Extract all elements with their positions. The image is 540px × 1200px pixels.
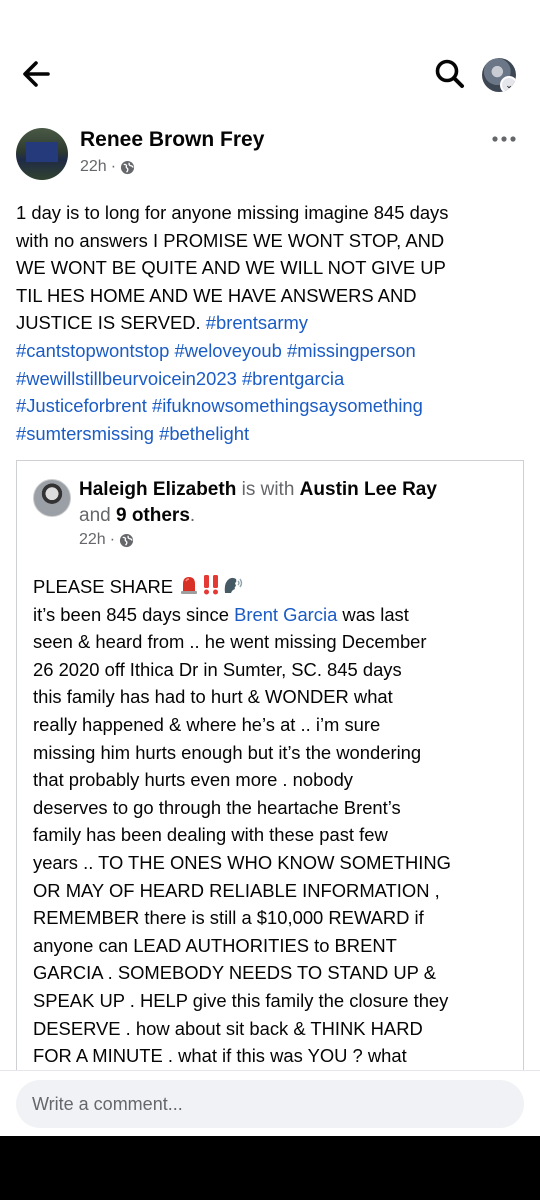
avatar-sign-image: [26, 142, 58, 162]
shared-text-segment: was last: [337, 603, 409, 625]
post-time[interactable]: 22h: [80, 158, 107, 176]
post-author-name[interactable]: Renee Brown Frey: [80, 128, 264, 152]
shared-post[interactable]: Haleigh Elizabeth is with Austin Lee Ray…: [16, 460, 524, 1101]
shared-text-line: FOR A MINUTE . what if this was YOU ? wh…: [33, 1045, 407, 1067]
shared-text-segment: PLEASE SHARE: [33, 576, 179, 597]
back-arrow-icon[interactable]: [18, 56, 58, 92]
shared-text-line: DESERVE . how about sit back & THINK HAR…: [33, 1017, 423, 1039]
shared-text-line: this family has had to hurt & WONDER wha…: [33, 686, 393, 708]
tagged-person-name[interactable]: Austin Lee Ray: [300, 479, 437, 500]
profile-avatar[interactable]: ⌄: [482, 58, 516, 92]
more-options-icon[interactable]: [492, 134, 516, 144]
shared-text-line: SPEAK UP . HELP give this family the clo…: [33, 989, 449, 1011]
shared-author-name[interactable]: Haleigh Elizabeth: [79, 479, 236, 500]
shared-post-meta: 22h ·: [79, 531, 134, 549]
brent-garcia-link[interactable]: Brent Garcia: [234, 604, 337, 625]
post-text-line: JUSTICE IS SERVED. #brentsarmy: [16, 309, 524, 337]
hashtag-link[interactable]: #ifuknowsomethingsaysomething: [152, 395, 423, 416]
hashtag-link[interactable]: #missingperson: [287, 340, 416, 361]
shared-text-line: PLEASE SHARE: [33, 573, 517, 601]
hashtag-link[interactable]: #wewillstillbeurvoicein2023: [16, 368, 237, 389]
system-navigation-bar: [0, 1136, 540, 1200]
meta-separator: ·: [109, 531, 116, 548]
post-header: Renee Brown Frey 22h ·: [16, 126, 526, 186]
post-text-line: #Justiceforbrent #ifuknowsomethingsaysom…: [16, 392, 524, 420]
shared-text-line: REMEMBER there is still a $10,000 REWARD…: [33, 907, 424, 929]
hashtag-link[interactable]: #sumtersmissing: [16, 423, 154, 444]
shared-text-line: OR MAY OF HEARD RELIABLE INFORMATION ,: [33, 879, 440, 901]
post-text-line: #wewillstillbeurvoicein2023 #brentgarcia: [16, 365, 524, 393]
hashtag-link[interactable]: #brentsarmy: [206, 312, 308, 333]
siren-emoji-icon: [181, 577, 198, 594]
others-link[interactable]: 9 others: [116, 505, 190, 526]
and-text: and: [79, 505, 116, 526]
post-meta: 22h ·: [80, 158, 135, 176]
shared-text-line: seen & heard from .. he went missing Dec…: [33, 631, 427, 653]
shared-text-line: really happened & where he’s at .. i’m s…: [33, 713, 381, 735]
post-text-line: 1 day is to long for anyone missing imag…: [16, 202, 449, 223]
comment-input[interactable]: [16, 1080, 524, 1128]
shared-text-line: that probably hurts even more . nobody: [33, 769, 353, 791]
with-text: is with: [236, 479, 300, 500]
post-text-line: with no answers I PROMISE WE WONT STOP, …: [16, 229, 445, 251]
hashtag-link[interactable]: #bethelight: [159, 423, 249, 444]
post-body: 1 day is to long for anyone missing imag…: [16, 199, 524, 447]
shared-text-line: it’s been 845 days since Brent Garcia wa…: [33, 601, 517, 629]
shared-text-line: missing him hurts enough but it’s the wo…: [33, 741, 422, 763]
shared-text-line: deserves to go through the heartache Bre…: [33, 796, 401, 818]
speaking-head-icon: [224, 577, 243, 593]
shared-text-line: GARCIA . SOMEBODY NEEDS TO STAND UP &: [33, 962, 436, 984]
post-text-segment: JUSTICE IS SERVED.: [16, 312, 206, 334]
post-text-line: TIL HES HOME AND WE HAVE ANSWERS AND: [16, 284, 417, 306]
hashtag-link[interactable]: #brentgarcia: [242, 368, 344, 389]
shared-author-avatar[interactable]: [33, 479, 71, 517]
shared-post-body: PLEASE SHARE it’s been 845 days since Br…: [33, 573, 517, 1070]
globe-icon: [119, 533, 134, 547]
search-icon[interactable]: [434, 58, 466, 90]
hashtag-link[interactable]: #weloveyoub: [174, 340, 281, 361]
shared-text-line: 26 2020 off Ithica Dr in Sumter, SC. 845…: [33, 658, 402, 680]
hashtag-link[interactable]: #Justiceforbrent: [16, 395, 147, 416]
post-text-line: WE WONT BE QUITE AND WE WILL NOT GIVE UP: [16, 257, 446, 279]
shared-post-time[interactable]: 22h: [79, 531, 106, 549]
post-text-line: #cantstopwontstop #weloveyoub #missingpe…: [16, 337, 524, 365]
globe-icon: [120, 160, 135, 174]
chevron-down-icon: ⌄: [500, 76, 516, 92]
top-bar: ⌄: [0, 0, 540, 110]
shared-text-line: years .. TO THE ONES WHO KNOW SOMETHING: [33, 851, 451, 873]
shared-text-segment: it’s been 845 days since: [33, 603, 235, 625]
hashtag-link[interactable]: #cantstopwontstop: [16, 340, 169, 361]
shared-author-line: Haleigh Elizabeth is with Austin Lee Ray…: [79, 477, 519, 529]
shared-post-header: Haleigh Elizabeth is with Austin Lee Ray…: [33, 473, 513, 553]
period-text: .: [189, 505, 196, 526]
double-exclamation-icon: [204, 575, 219, 595]
author-avatar[interactable]: [16, 128, 68, 180]
shared-text-line: family has been dealing with these past …: [33, 824, 388, 846]
post-text-line: #sumtersmissing #bethelight: [16, 420, 524, 448]
comment-bar: [0, 1070, 540, 1137]
shared-text-line: anyone can LEAD AUTHORITIES to BRENT: [33, 934, 397, 956]
meta-separator: ·: [110, 158, 117, 175]
